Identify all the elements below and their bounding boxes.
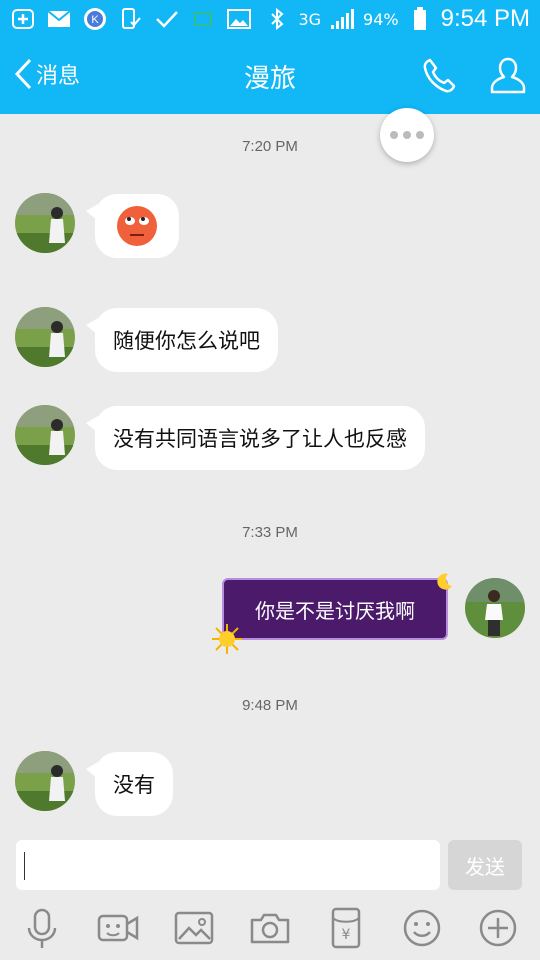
rolling-eyes-emoji-icon [117, 206, 157, 246]
notification-icons: K [0, 7, 252, 31]
contact-avatar[interactable] [15, 307, 75, 367]
svg-text:K: K [91, 14, 99, 26]
battery-icon [407, 7, 433, 31]
contact-avatar[interactable] [15, 405, 75, 465]
timestamp: 9:48 PM [242, 697, 298, 714]
send-button[interactable]: 发送 [448, 840, 522, 890]
phone-check-icon [118, 7, 144, 31]
video-chat-icon[interactable] [96, 906, 140, 950]
contact-avatar[interactable] [15, 751, 75, 811]
plus-box-icon [10, 7, 36, 31]
signal-icon [329, 7, 355, 31]
battery-percent: 94% [363, 9, 399, 29]
moon-decoration-icon [437, 573, 452, 590]
square-icon [190, 7, 216, 31]
message-bubble-emoji[interactable] [86, 194, 179, 258]
clock: 9:54 PM [440, 5, 530, 32]
system-indicators: 3G 94% 9:54 PM [264, 5, 540, 33]
svg-text:¥: ¥ [342, 927, 351, 943]
timestamp: 7:33 PM [242, 524, 298, 541]
mail-icon [46, 7, 72, 31]
my-message-text: 你是不是讨厌我啊 [255, 598, 415, 623]
timestamp: 7:20 PM [242, 138, 298, 155]
my-avatar[interactable] [465, 578, 525, 638]
network-type: 3G [298, 9, 322, 29]
plus-icon[interactable] [476, 906, 520, 950]
contact-avatar[interactable] [15, 193, 75, 253]
my-message-bubble[interactable]: 你是不是讨厌我啊 [222, 578, 448, 640]
phone-icon[interactable] [420, 56, 460, 96]
image-icon [226, 7, 252, 31]
camera-icon[interactable] [248, 906, 292, 950]
message-bubble[interactable]: 没有共同语言说多了让人也反感 [86, 406, 425, 470]
message-input[interactable] [16, 840, 440, 890]
message-bubble[interactable]: 随便你怎么说吧 [86, 308, 278, 372]
message-bubble[interactable]: 没有 [86, 752, 173, 816]
chat-header: 消息 漫旅 [0, 38, 540, 114]
bluetooth-icon [264, 7, 290, 31]
status-bar: K 3G 94% 9:54 PM [0, 0, 540, 38]
red-packet-icon[interactable]: ¥ [324, 906, 368, 950]
message-list[interactable]: 7:20 PM 随便你怎么说吧 没有共同语言说多了让人也反感 7:33 PM 你… [0, 108, 540, 834]
image-icon[interactable] [172, 906, 216, 950]
sun-decoration-icon [212, 624, 242, 654]
composer: 发送 ¥ [0, 834, 540, 960]
profile-icon[interactable] [488, 56, 528, 96]
k-app-icon: K [82, 7, 108, 31]
check-icon [154, 7, 180, 31]
text-caret [24, 852, 25, 880]
microphone-icon[interactable] [20, 906, 64, 950]
emoji-icon[interactable] [400, 906, 444, 950]
